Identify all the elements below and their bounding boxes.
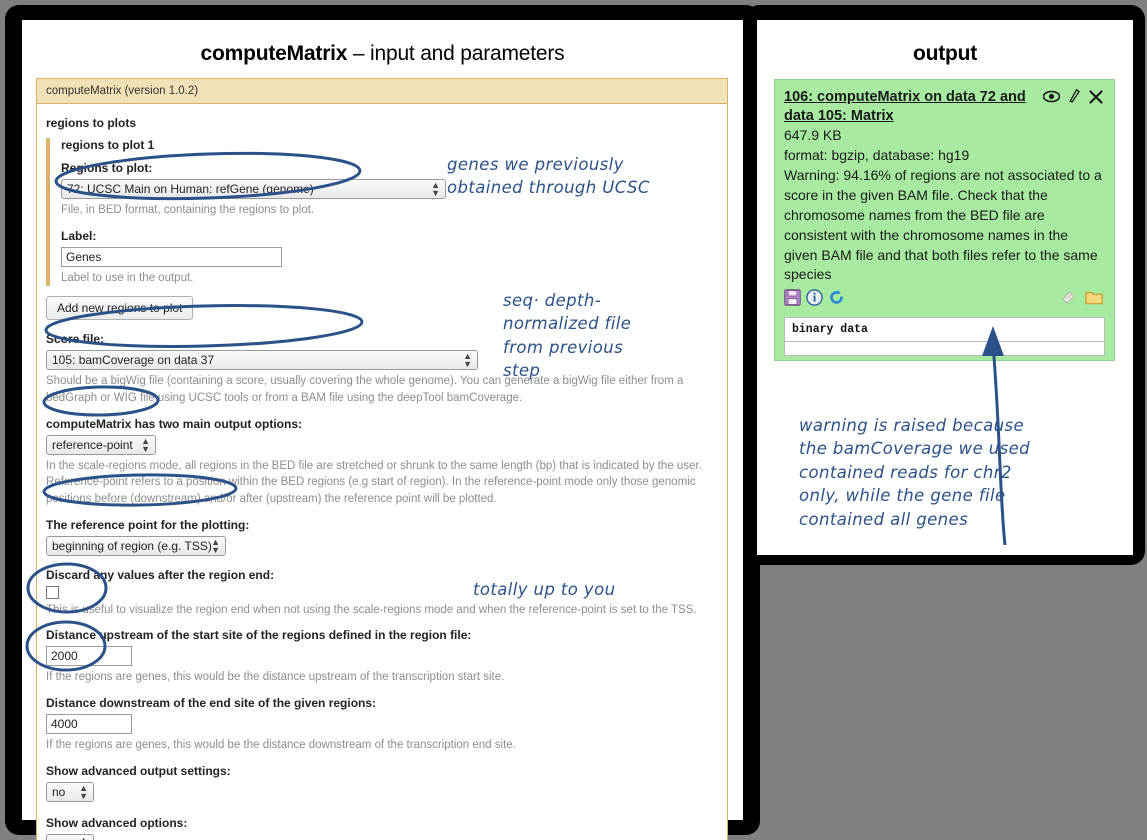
score-file-select[interactable]: 105: bamCoverage on data 37 xyxy=(46,350,478,371)
reference-point-select-wrap[interactable]: beginning of region (e.g. TSS) ▲ ▼ xyxy=(46,535,226,556)
folder-icon[interactable] xyxy=(1085,290,1103,310)
regions-to-plots-section-title: regions to plots xyxy=(46,116,136,130)
tags-icon[interactable] xyxy=(1061,290,1080,310)
label-input[interactable] xyxy=(61,246,282,267)
info-icon[interactable] xyxy=(806,289,823,311)
history-dataset-box[interactable]: 106: computeMatrix on data 72 and data 1… xyxy=(774,79,1115,362)
advanced-output-settings-select-wrap[interactable]: no ▲ ▼ xyxy=(46,781,94,802)
upstream-distance-help: If the regions are genes, this would be … xyxy=(46,671,505,684)
dataset-peek: binary data xyxy=(784,317,1105,343)
dataset-header: 106: computeMatrix on data 72 and data 1… xyxy=(784,88,1105,126)
discard-values-help: This is useful to visualize the region e… xyxy=(46,603,697,616)
add-new-regions-button[interactable]: Add new regions to plot xyxy=(46,296,194,321)
dataset-warning-text: Warning: 94.16% of regions are not assoc… xyxy=(784,167,1102,283)
save-disk-icon[interactable] xyxy=(784,289,801,311)
left-panel-title: computeMatrix – input and parameters xyxy=(22,20,743,66)
annotation-totally-up-to-you: totally up to you xyxy=(473,580,616,599)
output-options-help: In the scale-regions mode, all regions i… xyxy=(46,459,702,506)
label-help: Label to use in the output. xyxy=(61,271,194,284)
downstream-distance-help: If the regions are genes, this would be … xyxy=(46,739,516,752)
label-field-label: Label: xyxy=(61,228,97,243)
right-panel-title: output xyxy=(757,20,1133,66)
advanced-output-settings-select[interactable]: no xyxy=(46,781,94,802)
discard-values-label: Discard any values after the region end: xyxy=(46,567,275,582)
reference-point-label: The reference point for the plotting: xyxy=(46,517,250,532)
annotation-warning-explanation: warning is raised because the bamCoverag… xyxy=(799,416,1031,529)
upstream-distance-label: Distance upstream of the start site of t… xyxy=(46,628,472,643)
output-options-select-wrap[interactable]: reference-point ▲ ▼ xyxy=(46,434,156,455)
output-options-select[interactable]: reference-point xyxy=(46,434,156,455)
annotation-genes-ucsc: genes we previously obtained through UCS… xyxy=(447,155,650,198)
dataset-size: 647.9 KB xyxy=(784,127,842,144)
delete-x-icon[interactable] xyxy=(1089,89,1103,109)
regions-to-plot-help: File, in BED format, containing the regi… xyxy=(61,204,315,216)
eye-icon[interactable] xyxy=(1042,90,1061,108)
screenshot-root: computeMatrix – input and parameters com… xyxy=(0,0,1147,840)
input-parameters-panel: computeMatrix – input and parameters com… xyxy=(22,20,743,840)
score-file-select-wrap[interactable]: 105: bamCoverage on data 37 ▲ ▼ xyxy=(46,350,478,371)
dataset-title[interactable]: 106: computeMatrix on data 72 and data 1… xyxy=(784,88,1029,126)
advanced-options-label: Show advanced options: xyxy=(46,815,188,830)
downstream-distance-input[interactable] xyxy=(46,714,132,735)
downstream-distance-label: Distance downstream of the end site of t… xyxy=(46,696,377,711)
advanced-options-select-wrap[interactable]: no ▲▼ xyxy=(46,833,94,840)
dataset-header-icons xyxy=(1042,88,1103,109)
left-panel-title-rest: – input and parameters xyxy=(347,42,565,65)
advanced-options-select[interactable]: no xyxy=(46,833,94,840)
right-panel-title-text: output xyxy=(912,42,978,65)
regions-to-plot-select-wrap[interactable]: 72: UCSC Main on Human: refGene (genome)… xyxy=(61,179,446,199)
annotation-seq-depth: seq· depth- normalized file from previou… xyxy=(503,291,632,381)
tool-form-body: regions to plots regions to plot 1 Regio… xyxy=(37,104,727,840)
reference-point-select[interactable]: beginning of region (e.g. TSS) xyxy=(46,535,226,556)
dataset-format-db: format: bgzip, database: hg19 xyxy=(784,147,970,164)
dataset-action-icons xyxy=(784,289,1105,311)
output-options-label: computeMatrix has two main output option… xyxy=(46,416,302,431)
upstream-distance-input[interactable] xyxy=(46,646,132,667)
dataset-peek-row xyxy=(784,342,1105,357)
repeat-title: regions to plot 1 xyxy=(61,138,155,152)
pencil-icon[interactable] xyxy=(1069,88,1080,109)
regions-to-plot-select[interactable]: 72: UCSC Main on Human: refGene (genome) xyxy=(61,179,446,199)
advanced-output-settings-label: Show advanced output settings: xyxy=(46,763,231,778)
tool-form-header: computeMatrix (version 1.0.2) xyxy=(37,79,727,104)
discard-values-checkbox[interactable] xyxy=(46,585,59,599)
left-panel-title-bold: computeMatrix xyxy=(200,42,348,65)
rerun-icon[interactable] xyxy=(828,289,845,311)
